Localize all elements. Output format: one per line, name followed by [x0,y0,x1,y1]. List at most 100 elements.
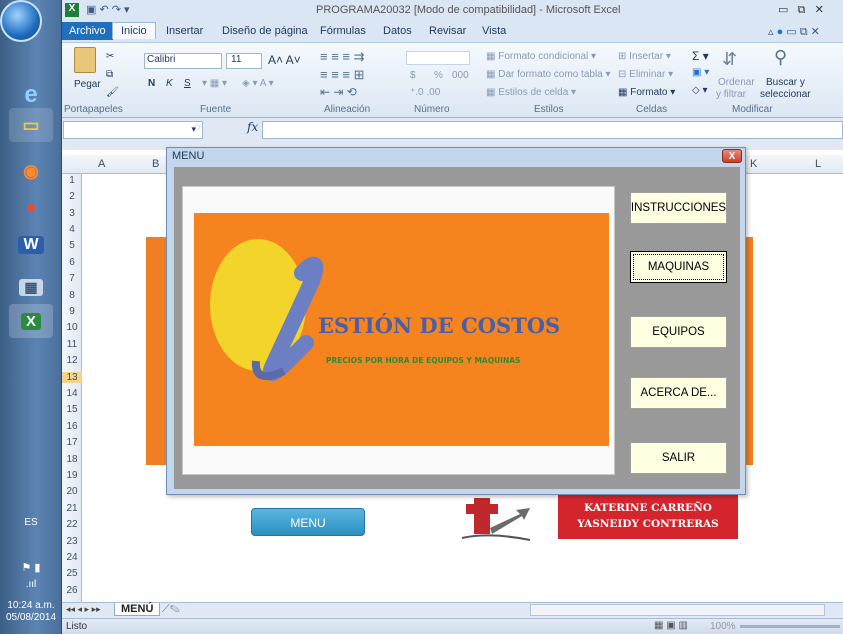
cell-styles-button[interactable]: ▦ Estilos de celda ▾ [486,87,576,98]
sort-filter-icon[interactable]: ⇵ [722,49,737,70]
column-b[interactable]: B [152,158,159,170]
row-number[interactable]: 1 [62,175,82,186]
tab-formulas[interactable]: Fórmulas [320,25,366,37]
copy-icon[interactable]: ⧉ [106,69,113,80]
row-number[interactable]: 2 [62,191,82,202]
font-grow-shrink-icon[interactable]: A˄ A˅ [268,53,301,67]
formula-input[interactable] [262,121,843,139]
filter-label[interactable]: y filtrar [716,89,746,100]
align-left-icons[interactable]: ≡ ≡ ≡ ⊞ [320,67,364,83]
fill-icon[interactable]: ▣ ▾ [692,67,709,78]
language-indicator[interactable]: ES [0,517,62,528]
border-icon[interactable]: ▾ ▦ ▾ [202,78,227,89]
clock-date[interactable]: 05/08/2014 [0,612,62,623]
font-size-select[interactable]: 11 [226,53,262,69]
align-top-icons[interactable]: ≡ ≡ ≡ ⇉ [320,49,364,65]
row-number[interactable]: 17 [62,437,82,448]
row-number[interactable]: 26 [62,585,82,596]
row-number[interactable]: 8 [62,290,82,301]
format-painter-icon[interactable]: 🖌 [106,87,119,98]
find-label[interactable]: Buscar y [766,77,805,88]
format-as-table-button[interactable]: ▦ Dar formato como tabla ▾ [486,69,611,80]
maquinas-button[interactable]: MAQUINAS [630,251,727,283]
row-number[interactable]: 4 [62,224,82,235]
clock-time[interactable]: 10:24 a.m. [0,600,62,611]
column-k[interactable]: K [750,158,757,170]
sheet-nav-arrows[interactable]: ◂◂ ◂ ▸ ▸▸ [66,604,101,615]
tab-inicio[interactable]: Inicio [112,22,156,39]
row-number[interactable]: 9 [62,306,82,317]
excel-app-icon[interactable]: X [65,3,79,17]
row-number[interactable]: 20 [62,486,82,497]
name-box[interactable]: ▾ [63,121,203,139]
sort-label[interactable]: Ordenar [718,77,755,88]
bold-button[interactable]: N [148,78,155,89]
autosum-icon[interactable]: Σ ▾ [692,49,709,63]
horizontal-scrollbar[interactable] [530,604,825,616]
row-number[interactable]: 18 [62,454,82,465]
delete-cells-button[interactable]: ⊟ Eliminar ▾ [618,69,673,80]
row-number-selected[interactable]: 13 [62,372,82,383]
salir-button[interactable]: SALIR [630,442,727,474]
zoom-slider[interactable] [740,625,840,628]
start-button[interactable] [0,0,42,42]
row-number[interactable]: 25 [62,568,82,579]
tab-datos[interactable]: Datos [383,25,412,37]
tab-vista[interactable]: Vista [482,25,506,37]
help-icon[interactable]: ▵ ● ▭ ⧉ ✕ [768,25,820,39]
view-buttons[interactable]: ▦ ▣ ▥ [654,620,688,631]
zoom-level[interactable]: 100% [710,621,736,632]
dialog-close-button[interactable]: X [722,149,742,163]
word-icon[interactable]: W [9,228,53,262]
window-controls[interactable]: ▭ ⧉ ✕ [778,3,824,17]
row-number[interactable]: 7 [62,273,82,284]
column-a[interactable]: A [98,158,105,170]
chrome-icon[interactable]: ● [9,190,53,224]
fx-icon[interactable]: fx [247,120,258,134]
excel-icon[interactable]: X [9,304,53,338]
row-number[interactable]: 12 [62,355,82,366]
new-sheet-icon[interactable]: ⟋✎ [162,603,180,616]
select-label[interactable]: seleccionar [760,89,811,100]
sheet-menu-button[interactable]: MENU [251,508,365,536]
indent-icons[interactable]: ⇤ ⇥ ⟲ [320,85,357,99]
row-number[interactable]: 23 [62,536,82,547]
sheet-tab-menu[interactable]: MENÚ [114,603,161,616]
row-number[interactable]: 14 [62,388,82,399]
row-number[interactable]: 19 [62,470,82,481]
paste-icon[interactable] [74,47,96,73]
column-l[interactable]: L [815,158,821,170]
signal-icon[interactable]: .ııl [0,579,62,590]
media-player-icon[interactable]: ◉ [9,154,53,188]
fill-color-icon[interactable]: ◈ ▾ A ▾ [242,78,274,89]
decimal-icons[interactable]: ⁺.0 .00 [410,87,440,98]
folder-icon[interactable]: ▭ [9,108,53,142]
row-number[interactable]: 5 [62,240,82,251]
paste-label[interactable]: Pegar [74,79,101,90]
row-number[interactable]: 6 [62,257,82,268]
format-cells-button[interactable]: ▦ Formato ▾ [618,87,675,98]
currency-button[interactable]: $ [410,70,416,81]
ie-icon[interactable]: e [9,78,53,112]
number-format-select[interactable] [406,51,470,65]
tab-diseno-pagina[interactable]: Diseño de página [222,25,308,37]
font-name-select[interactable]: Calibri [144,53,222,69]
clear-icon[interactable]: ◇ ▾ [692,85,708,96]
row-number[interactable]: 15 [62,404,82,415]
instrucciones-button[interactable]: INSTRUCCIONES [630,192,727,224]
tab-archivo[interactable]: Archivo [62,22,113,40]
equipos-button[interactable]: EQUIPOS [630,316,727,348]
quick-access-toolbar[interactable]: ▣ ↶ ↷ ▾ [86,3,130,16]
thousands-button[interactable]: 000 [452,70,469,81]
row-number[interactable]: 21 [62,503,82,514]
tab-insertar[interactable]: Insertar [166,25,203,37]
acerca-de-button[interactable]: ACERCA DE... [630,377,727,409]
formula-cancel-icon[interactable]: ◌ [194,121,201,133]
tray-icons[interactable]: ⚑ ▮ [0,561,62,574]
row-number[interactable]: 16 [62,421,82,432]
find-binoculars-icon[interactable]: ⚲ [774,47,787,68]
underline-button[interactable]: S [184,78,191,89]
row-number[interactable]: 10 [62,322,82,333]
row-number[interactable]: 11 [62,339,82,350]
row-number[interactable]: 22 [62,519,82,530]
